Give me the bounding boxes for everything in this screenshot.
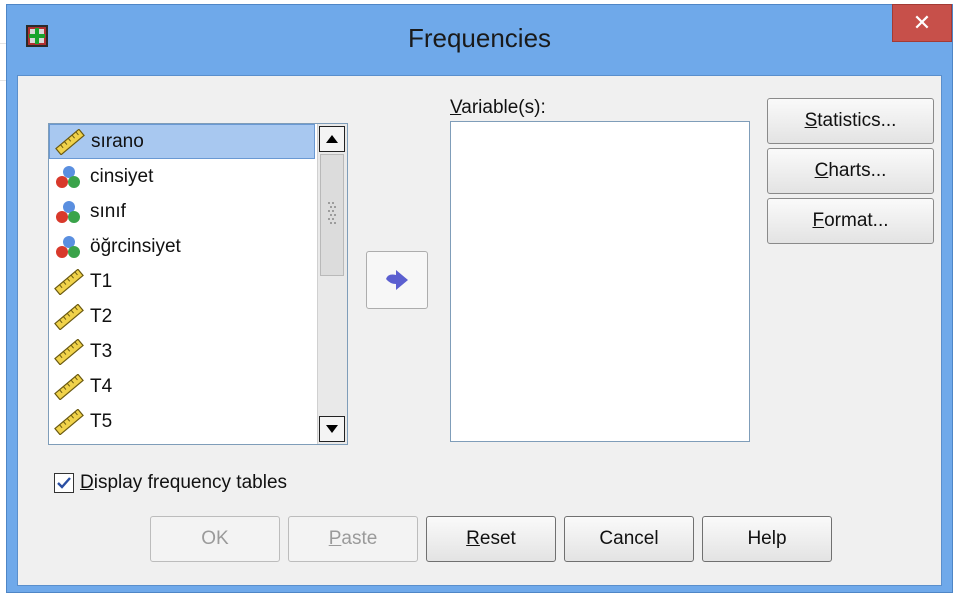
list-item-sinif[interactable]: sınıf xyxy=(49,194,315,229)
accelerator-letter: C xyxy=(814,160,829,181)
dialog-title: Frequencies xyxy=(407,23,552,53)
item-label: T1 xyxy=(90,270,113,292)
button-label: tatistics... xyxy=(817,110,897,131)
item-label: T4 xyxy=(90,375,113,397)
button-label: OK xyxy=(201,528,229,549)
close-icon: ✕ xyxy=(912,10,932,35)
button-label: Help xyxy=(747,528,787,549)
frequencies-dialog: Frequencies ✕ sırano cinsiyet sınıf öğrc… xyxy=(6,4,953,593)
triangle-down-icon xyxy=(326,425,338,433)
format-button[interactable]: Format... xyxy=(767,198,934,244)
list-item-t3[interactable]: T3 xyxy=(49,334,315,369)
cancel-button[interactable]: Cancel xyxy=(564,516,694,562)
scale-ruler-icon xyxy=(54,373,84,400)
triangle-up-icon xyxy=(326,135,338,143)
item-label: T2 xyxy=(90,305,113,327)
source-items: sırano cinsiyet sınıf öğrcinsiyet T1 T2 … xyxy=(49,124,315,439)
nominal-balls-icon xyxy=(56,200,80,223)
scale-ruler-icon xyxy=(55,128,85,155)
reset-button[interactable]: Reset xyxy=(426,516,556,562)
scroll-up-button[interactable] xyxy=(319,126,345,152)
list-item-sirano[interactable]: sırano xyxy=(49,124,315,159)
nominal-balls-icon xyxy=(56,165,80,188)
checkbox-label: Display frequency tables xyxy=(80,472,287,494)
variables-target-list[interactable] xyxy=(450,121,750,442)
button-label: eset xyxy=(479,528,516,549)
accelerator-letter: R xyxy=(466,528,480,549)
scale-ruler-icon xyxy=(54,338,84,365)
help-button[interactable]: Help xyxy=(702,516,832,562)
accelerator-letter: D xyxy=(80,472,94,493)
item-label: öğrcinsiyet xyxy=(90,235,181,257)
accelerator-letter: S xyxy=(804,110,818,131)
list-item-t4[interactable]: T4 xyxy=(49,369,315,404)
item-label: sınıf xyxy=(90,200,126,222)
display-frequency-tables-checkbox[interactable] xyxy=(54,473,74,493)
button-label: aste xyxy=(341,528,378,549)
label-text: ariable(s): xyxy=(461,97,546,118)
list-item-t1[interactable]: T1 xyxy=(49,264,315,299)
scale-ruler-icon xyxy=(54,408,84,435)
label-text: isplay frequency tables xyxy=(93,472,288,493)
item-label: T5 xyxy=(90,410,113,432)
accelerator-letter: V xyxy=(450,97,462,118)
dialog-body: sırano cinsiyet sınıf öğrcinsiyet T1 T2 … xyxy=(17,75,942,586)
list-item-cinsiyet[interactable]: cinsiyet xyxy=(49,159,315,194)
list-item-t2[interactable]: T2 xyxy=(49,299,315,334)
button-label: harts... xyxy=(828,160,887,181)
source-scrollbar[interactable] xyxy=(317,124,347,444)
accelerator-letter: F xyxy=(812,210,825,231)
item-label: cinsiyet xyxy=(90,165,154,187)
accelerator-letter: P xyxy=(328,528,342,549)
paste-button[interactable]: Paste xyxy=(288,516,418,562)
scroll-down-button[interactable] xyxy=(319,416,345,442)
display-frequency-tables-option[interactable]: Display frequency tables xyxy=(54,472,287,494)
source-variable-list[interactable]: sırano cinsiyet sınıf öğrcinsiyet T1 T2 … xyxy=(48,123,348,445)
right-arrow-icon xyxy=(386,270,408,290)
nominal-balls-icon xyxy=(56,235,80,258)
charts-button[interactable]: Charts... xyxy=(767,148,934,194)
checkmark-icon xyxy=(57,477,71,489)
button-label: ormat... xyxy=(824,210,889,231)
title-bar[interactable]: Frequencies ✕ xyxy=(7,4,952,75)
move-to-variables-button[interactable] xyxy=(366,251,428,309)
grip-icon xyxy=(328,202,336,224)
scale-ruler-icon xyxy=(54,268,84,295)
button-label: Cancel xyxy=(599,528,659,549)
scroll-thumb[interactable] xyxy=(320,154,344,276)
statistics-button[interactable]: Statistics... xyxy=(767,98,934,144)
list-item-t5[interactable]: T5 xyxy=(49,404,315,439)
variables-label: Variable(s): xyxy=(450,97,546,119)
item-label: T3 xyxy=(90,340,113,362)
ok-button[interactable]: OK xyxy=(150,516,280,562)
item-label: sırano xyxy=(91,130,144,152)
list-item-ogrcinsiyet[interactable]: öğrcinsiyet xyxy=(49,229,315,264)
close-button[interactable]: ✕ xyxy=(892,4,952,42)
scale-ruler-icon xyxy=(54,303,84,330)
